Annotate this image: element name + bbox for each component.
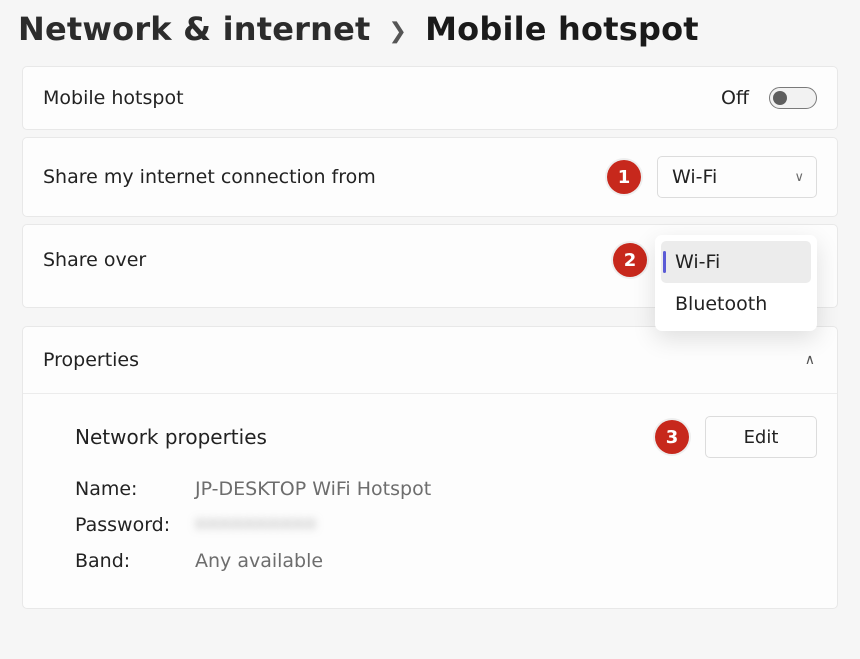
share-from-label: Share my internet connection from [43, 166, 376, 188]
properties-title: Properties [43, 349, 139, 371]
hotspot-toggle-state-text: Off [721, 87, 749, 109]
hotspot-toggle[interactable] [769, 87, 817, 109]
step-marker-1: 1 [607, 160, 641, 194]
share-over-dropdown: Wi-Fi Bluetooth [655, 235, 817, 331]
step-marker-2: 2 [613, 243, 647, 277]
prop-password-value: •••••••••• [195, 514, 317, 536]
prop-password-key: Password: [75, 514, 195, 536]
step-marker-3: 3 [655, 420, 689, 454]
prop-name-key: Name: [75, 478, 195, 500]
properties-card: Properties ∧ Network properties 3 Edit N… [22, 326, 838, 609]
prop-name-value: JP-DESKTOP WiFi Hotspot [195, 478, 431, 500]
breadcrumb-parent[interactable]: Network & internet [18, 10, 371, 48]
share-over-option-bluetooth[interactable]: Bluetooth [661, 283, 811, 325]
network-properties-title: Network properties [75, 425, 267, 449]
share-over-label: Share over [43, 249, 146, 271]
prop-band-key: Band: [75, 550, 195, 572]
chevron-down-icon: ∨ [794, 170, 804, 185]
share-from-card: Share my internet connection from 1 Wi-F… [22, 137, 838, 217]
properties-body: Network properties 3 Edit Name: JP-DESKT… [23, 394, 837, 608]
share-from-selected-value: Wi-Fi [672, 166, 717, 188]
breadcrumb: Network & internet ❯ Mobile hotspot [0, 0, 860, 66]
share-over-option-wifi[interactable]: Wi-Fi [661, 241, 811, 283]
settings-page: Network & internet ❯ Mobile hotspot Mobi… [0, 0, 860, 636]
chevron-up-icon[interactable]: ∧ [805, 352, 817, 368]
prop-band-value: Any available [195, 550, 323, 572]
hotspot-toggle-label: Mobile hotspot [43, 87, 184, 109]
breadcrumb-current: Mobile hotspot [425, 10, 699, 48]
chevron-right-icon: ❯ [389, 19, 408, 44]
share-over-card: Share over 2 Wi-Fi Bluetooth [22, 224, 838, 308]
share-from-select[interactable]: Wi-Fi ∨ [657, 156, 817, 198]
edit-button[interactable]: Edit [705, 416, 817, 458]
toggle-knob-icon [773, 91, 787, 105]
hotspot-toggle-card: Mobile hotspot Off [22, 66, 838, 130]
